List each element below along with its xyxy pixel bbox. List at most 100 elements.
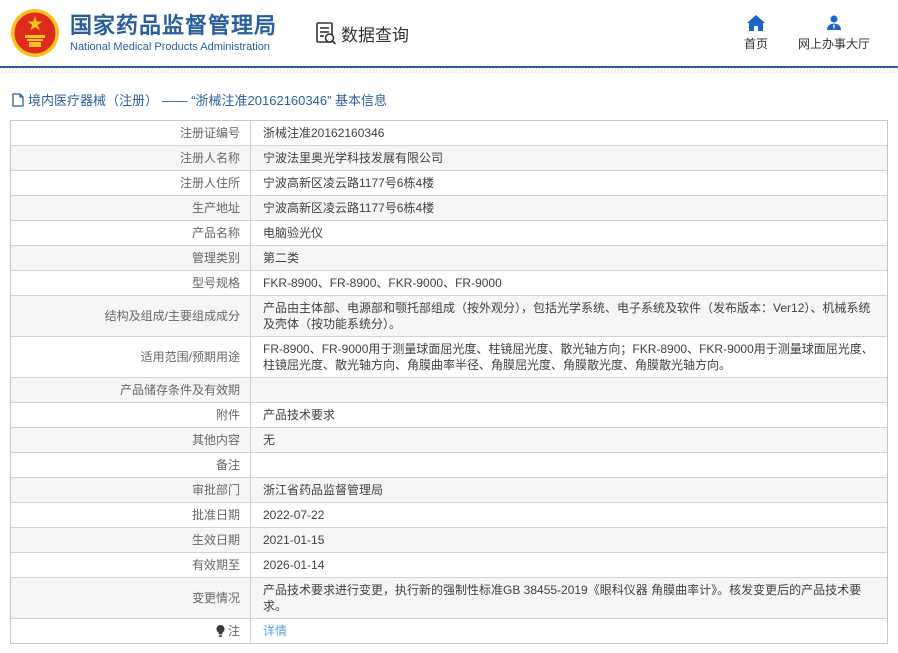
row-value-text: 浙江省药品监督管理局	[263, 482, 383, 498]
table-row: 生效日期 2021-01-15	[11, 527, 887, 552]
row-label-text: 生产地址	[192, 200, 240, 216]
document-icon	[12, 93, 24, 107]
details-link[interactable]: 详情	[263, 623, 287, 639]
row-label: 附件	[11, 403, 251, 427]
table-row: 产品储存条件及有效期	[11, 377, 887, 402]
row-label: 审批部门	[11, 478, 251, 502]
row-value-text: 宁波高新区凌云路1177号6栋4楼	[263, 200, 434, 216]
row-value-text: 产品由主体部、电源部和颚托部组成（按外观分），包括光学系统、电子系统及软件（发布…	[263, 300, 877, 332]
row-label: 备注	[11, 453, 251, 477]
row-value-text: 电脑验光仪	[263, 225, 323, 241]
person-icon	[826, 15, 842, 31]
row-label-text: 附件	[216, 407, 240, 423]
header-hatch-band	[0, 68, 898, 73]
row-label: 产品名称	[11, 221, 251, 245]
row-value-text: 2022-07-22	[263, 507, 324, 523]
table-row: 其他内容 无	[11, 427, 887, 452]
table-row: 产品名称 电脑验光仪	[11, 220, 887, 245]
table-row: 注册人名称 宁波法里奥光学科技发展有限公司	[11, 145, 887, 170]
nav-home[interactable]: 首页	[744, 15, 768, 52]
row-label: 注	[11, 619, 251, 643]
row-value	[251, 453, 887, 477]
home-icon	[747, 15, 765, 31]
row-label-text: 注册证编号	[180, 125, 240, 141]
table-row: 管理类别 第二类	[11, 245, 887, 270]
row-value-text: 浙械注准20162160346	[263, 125, 384, 141]
row-value-text: 宁波高新区凌云路1177号6栋4楼	[263, 175, 434, 191]
row-value-text: 无	[263, 432, 275, 448]
row-value: 电脑验光仪	[251, 221, 887, 245]
row-value	[251, 378, 887, 402]
row-value: 产品由主体部、电源部和颚托部组成（按外观分），包括光学系统、电子系统及软件（发布…	[251, 296, 887, 336]
row-value: 2026-01-14	[251, 553, 887, 577]
row-label-text: 其他内容	[192, 432, 240, 448]
table-row: 批准日期 2022-07-22	[11, 502, 887, 527]
row-label: 注册人名称	[11, 146, 251, 170]
row-label-text: 型号规格	[192, 275, 240, 291]
breadcrumb-text: 境内医疗器械（注册） —— “浙械注准20162160346” 基本信息	[28, 90, 387, 109]
row-value: 宁波高新区凌云路1177号6栋4楼	[251, 171, 887, 195]
row-label-text: 结构及组成/主要组成成分	[105, 308, 240, 324]
table-row: 适用范围/预期用途 FR-8900、FR-9000用于测量球面屈光度、柱镜屈光度、…	[11, 336, 887, 377]
info-table: 注册证编号 浙械注准20162160346 注册人名称 宁波法里奥光学科技发展有限公司…	[10, 120, 888, 644]
row-label: 注册人住所	[11, 171, 251, 195]
row-label: 适用范围/预期用途	[11, 337, 251, 377]
row-label: 变更情况	[11, 578, 251, 618]
table-row: 注册证编号 浙械注准20162160346	[11, 121, 887, 145]
row-value: 产品技术要求进行变更，执行新的强制性标准GB 38455-2019《眼科仪器 角…	[251, 578, 887, 618]
data-query-section[interactable]: 数据查询	[313, 20, 409, 46]
table-row: 生产地址 宁波高新区凌云路1177号6栋4楼	[11, 195, 887, 220]
row-label-text: 生效日期	[192, 532, 240, 548]
row-label: 型号规格	[11, 271, 251, 295]
row-label-text: 有效期至	[192, 557, 240, 573]
table-row: 注详情	[11, 618, 887, 643]
row-value-text: 产品技术要求进行变更，执行新的强制性标准GB 38455-2019《眼科仪器 角…	[263, 582, 877, 614]
row-label: 生产地址	[11, 196, 251, 220]
row-value: 第二类	[251, 246, 887, 270]
row-label: 管理类别	[11, 246, 251, 270]
row-value: 详情	[251, 619, 887, 643]
row-value: 2022-07-22	[251, 503, 887, 527]
note-bulb-icon	[216, 625, 225, 637]
site-title: 国家药品监督管理局	[70, 13, 277, 39]
table-row: 备注	[11, 452, 887, 477]
row-value-text: 宁波法里奥光学科技发展有限公司	[263, 150, 443, 166]
row-label-text: 备注	[216, 457, 240, 473]
row-label-text: 变更情况	[192, 590, 240, 606]
row-label: 其他内容	[11, 428, 251, 452]
national-emblem-icon	[10, 8, 60, 58]
row-label: 生效日期	[11, 528, 251, 552]
row-value: 2021-01-15	[251, 528, 887, 552]
breadcrumb: 境内医疗器械（注册） —— “浙械注准20162160346” 基本信息	[12, 90, 898, 109]
row-label-text: 注册人住所	[180, 175, 240, 191]
row-label-text: 适用范围/预期用途	[141, 349, 240, 365]
row-label: 结构及组成/主要组成成分	[11, 296, 251, 336]
nav-home-label: 首页	[744, 35, 768, 52]
row-value-text: 2021-01-15	[263, 532, 324, 548]
table-row: 附件产品技术要求	[11, 402, 887, 427]
nav-online-hall[interactable]: 网上办事大厅	[798, 15, 870, 52]
row-label-text: 注册人名称	[180, 150, 240, 166]
table-row: 结构及组成/主要组成成分 产品由主体部、电源部和颚托部组成（按外观分），包括光学系…	[11, 295, 887, 336]
row-label-text: 产品名称	[192, 225, 240, 241]
data-query-icon	[313, 20, 339, 46]
row-label-text: 审批部门	[192, 482, 240, 498]
row-label-text: 管理类别	[192, 250, 240, 266]
header: 国家药品监督管理局 National Medical Products Admi…	[0, 0, 898, 66]
row-label: 产品储存条件及有效期	[11, 378, 251, 402]
site-subtitle: National Medical Products Administration	[70, 41, 277, 53]
top-nav: 首页 网上办事大厅	[744, 15, 884, 52]
row-label: 批准日期	[11, 503, 251, 527]
nav-online-hall-label: 网上办事大厅	[798, 35, 870, 52]
row-value: 无	[251, 428, 887, 452]
table-row: 变更情况 产品技术要求进行变更，执行新的强制性标准GB 38455-2019《眼科…	[11, 577, 887, 618]
row-value: FR-8900、FR-9000用于测量球面屈光度、柱镜屈光度、散光轴方向；FKR…	[251, 337, 887, 377]
row-value: 浙江省药品监督管理局	[251, 478, 887, 502]
row-label: 注册证编号	[11, 121, 251, 145]
row-value-text: 第二类	[263, 250, 299, 266]
row-value: 宁波高新区凌云路1177号6栋4楼	[251, 196, 887, 220]
table-row: 注册人住所 宁波高新区凌云路1177号6栋4楼	[11, 170, 887, 195]
row-label-text: 批准日期	[192, 507, 240, 523]
row-value-text: FKR-8900、FR-8900、FKR-9000、FR-9000	[263, 275, 502, 291]
data-query-label: 数据查询	[341, 21, 409, 46]
